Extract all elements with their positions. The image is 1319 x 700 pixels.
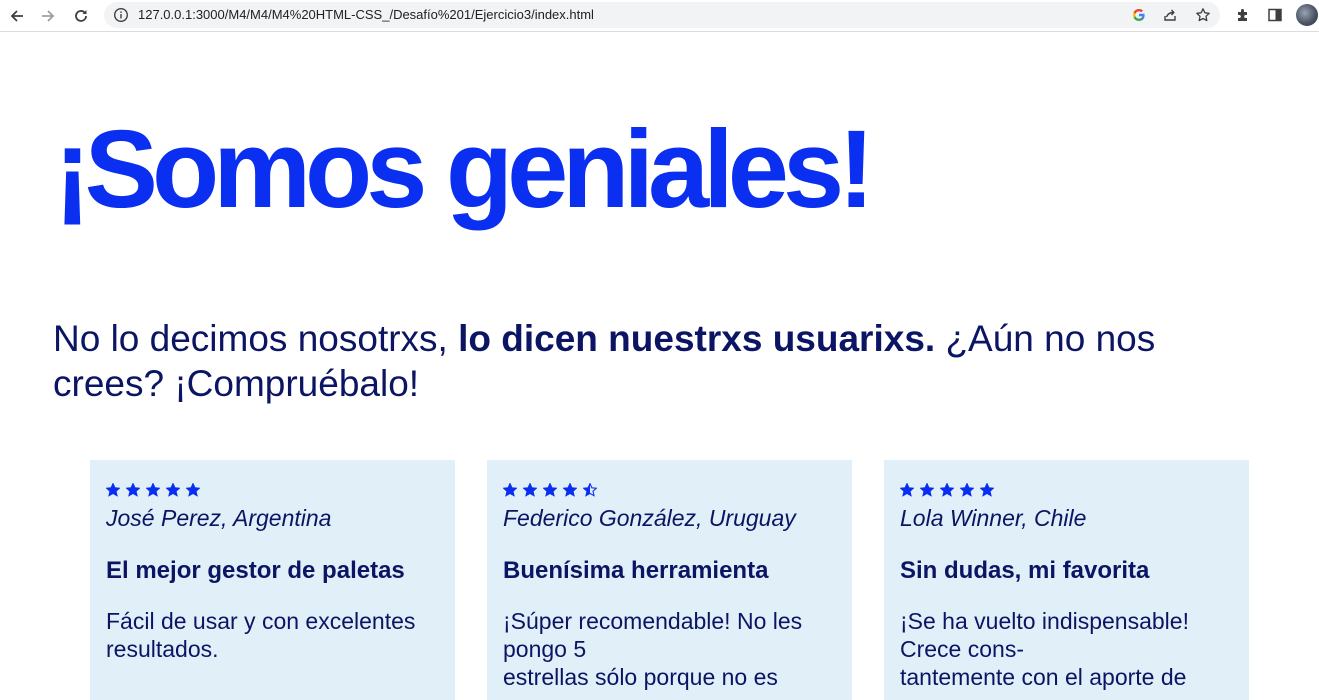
back-icon[interactable] (6, 5, 28, 27)
page-title: ¡Somos geniales! (54, 108, 875, 231)
google-icon[interactable] (1130, 6, 1148, 24)
testimonial-title: Sin dudas, mi favorita (900, 557, 1150, 584)
star-full-icon (920, 483, 934, 497)
rating-stars (900, 482, 1233, 498)
info-icon[interactable] (113, 7, 129, 23)
star-full-icon (543, 483, 557, 497)
testimonial-text-line: ¡Se ha vuelto indispensable! Crece cons- (900, 608, 1189, 662)
testimonial-text: ¡Súper recomendable! No les pongo 5 estr… (503, 607, 836, 691)
star-full-icon (126, 483, 140, 497)
testimonial-title: El mejor gestor de paletas (106, 557, 405, 584)
star-full-icon (563, 483, 577, 497)
extensions-icon[interactable] (1233, 5, 1253, 25)
star-full-icon (523, 483, 537, 497)
star-full-icon (900, 483, 914, 497)
testimonial-text-line: tantemente con el aporte de (900, 664, 1187, 690)
star-full-icon (146, 483, 160, 497)
testimonial-author: Lola Winner, Chile (900, 505, 1087, 531)
star-half-icon (583, 483, 597, 497)
url-text: 127.0.0.1:3000/M4/M4/M4%20HTML-CSS_/Desa… (138, 7, 594, 22)
bookmark-star-icon[interactable] (1194, 6, 1212, 24)
testimonial-author: José Perez, Argentina (106, 505, 332, 531)
testimonial-title: Buenísima herramienta (503, 557, 769, 584)
testimonial-card: Federico González, Uruguay Buenísima her… (487, 460, 852, 700)
testimonial-text-line: resultados. (106, 636, 219, 662)
testimonial-text-line: ¡Súper recomendable! No les pongo 5 (503, 608, 803, 662)
intro-text-bold: lo dicen nuestrxs usuarixs. (458, 318, 936, 359)
reload-icon[interactable] (70, 5, 92, 27)
rating-stars (503, 482, 836, 498)
testimonial-text: Fácil de usar y con excelentes resultado… (106, 607, 439, 663)
testimonial-card: Lola Winner, Chile Sin dudas, mi favorit… (884, 460, 1249, 700)
profile-avatar[interactable] (1296, 4, 1318, 26)
intro-text-part1: No lo decimos nosotrxs, (53, 318, 459, 359)
testimonial-author: Federico González, Uruguay (503, 505, 796, 531)
forward-icon[interactable] (37, 5, 59, 27)
star-full-icon (960, 483, 974, 497)
star-full-icon (106, 483, 120, 497)
testimonial-text-line: estrellas sólo porque no es (503, 664, 778, 690)
star-full-icon (980, 483, 994, 497)
testimonial-text-line: Fácil de usar y con excelentes (106, 608, 416, 634)
star-full-icon (503, 483, 517, 497)
side-panel-icon[interactable] (1265, 5, 1285, 25)
testimonial-text: ¡Se ha vuelto indispensable! Crece cons-… (900, 607, 1233, 691)
star-full-icon (940, 483, 954, 497)
share-icon[interactable] (1161, 6, 1179, 24)
star-full-icon (166, 483, 180, 497)
star-full-icon (186, 483, 200, 497)
address-bar[interactable]: 127.0.0.1:3000/M4/M4/M4%20HTML-CSS_/Desa… (104, 2, 1220, 28)
intro-text: No lo decimos nosotrxs, lo dicen nuestrx… (53, 316, 1253, 406)
rating-stars (106, 482, 439, 498)
browser-toolbar: 127.0.0.1:3000/M4/M4/M4%20HTML-CSS_/Desa… (0, 0, 1319, 32)
testimonial-card: José Perez, Argentina El mejor gestor de… (90, 460, 455, 700)
